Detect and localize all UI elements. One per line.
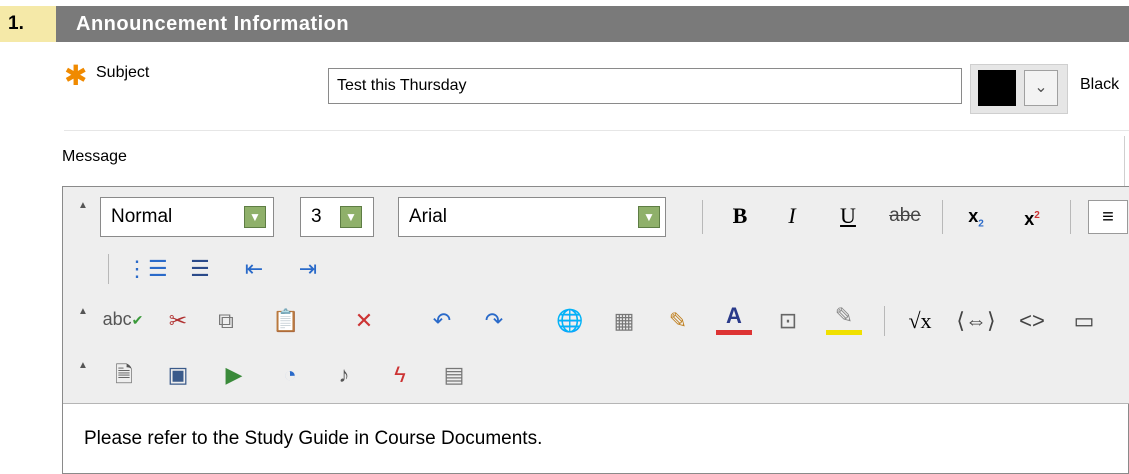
- math-editor-icon[interactable]: √x: [898, 306, 942, 338]
- text-color-icon[interactable]: A: [716, 302, 752, 335]
- preview-icon[interactable]: ▭: [1066, 306, 1102, 338]
- color-swatch[interactable]: [978, 70, 1016, 106]
- toolbar-separator: [942, 200, 943, 234]
- background-color-icon[interactable]: ⊡: [770, 306, 806, 338]
- message-body-text[interactable]: Please refer to the Study Guide in Cours…: [84, 428, 542, 450]
- strikethrough-button[interactable]: abe: [880, 201, 930, 233]
- toolbar-separator: [1070, 200, 1071, 234]
- outdent-icon[interactable]: ⇤: [236, 254, 272, 286]
- toolbar-separator: [108, 254, 109, 284]
- draw-pencil-icon[interactable]: ✎: [660, 306, 696, 338]
- insert-quicktime-icon[interactable]: ◔: [272, 360, 308, 392]
- subject-input[interactable]: [328, 68, 962, 104]
- insert-link-icon[interactable]: 🌐: [552, 306, 588, 338]
- subscript-icon[interactable]: x2: [958, 201, 994, 233]
- copy-icon[interactable]: ⧉: [208, 306, 244, 338]
- bold-button[interactable]: B: [722, 201, 758, 233]
- insert-table-icon[interactable]: ▦: [606, 306, 642, 338]
- section-title: Announcement Information: [56, 6, 1129, 42]
- underline-button[interactable]: U: [830, 201, 866, 233]
- redo-icon[interactable]: ↷: [476, 306, 512, 338]
- message-label: Message: [62, 148, 127, 165]
- numbered-list-icon[interactable]: ⋮☰: [126, 254, 168, 286]
- color-name: Black: [1080, 76, 1120, 93]
- collapse-toolbar-icon[interactable]: ▲: [78, 360, 88, 371]
- step-number: 1.: [0, 6, 56, 42]
- insert-audio-icon[interactable]: ♪: [326, 360, 362, 392]
- collapse-toolbar-icon[interactable]: ▲: [78, 200, 88, 211]
- insert-image-icon[interactable]: ▣: [160, 360, 196, 392]
- insert-media-icon[interactable]: ▶: [216, 360, 252, 392]
- highlight-icon[interactable]: ✎: [826, 302, 862, 335]
- collapse-toolbar-icon[interactable]: ▲: [78, 306, 88, 317]
- font-family-value: Arial: [409, 206, 448, 227]
- insert-mashup-icon[interactable]: ▤: [436, 360, 472, 392]
- insert-flash-icon[interactable]: ϟ: [382, 360, 418, 392]
- chevron-down-icon[interactable]: ▼: [638, 206, 660, 228]
- remove-link-icon[interactable]: ✕: [346, 306, 382, 338]
- format-value: Normal: [111, 206, 173, 227]
- font-family-select[interactable]: Arial: [398, 197, 666, 237]
- spellcheck-label: abc: [102, 309, 132, 329]
- panel-edge: [1124, 136, 1129, 186]
- chevron-down-icon[interactable]: ⌄: [1024, 70, 1058, 106]
- paste-icon[interactable]: 📋: [268, 306, 304, 338]
- attach-file-icon[interactable]: 🗎: [106, 360, 142, 392]
- subject-label: Subject: [96, 64, 150, 81]
- font-size-value: 3: [311, 206, 322, 227]
- toolbar-separator: [884, 306, 885, 336]
- spellcheck-button[interactable]: abc✔: [100, 304, 146, 336]
- italic-button[interactable]: I: [774, 201, 810, 233]
- html-code-icon[interactable]: <>: [1014, 306, 1050, 338]
- chevron-down-icon[interactable]: ▼: [244, 206, 266, 228]
- divider: [64, 130, 1129, 131]
- mashup-icon[interactable]: ⟨⇔⟩: [954, 306, 998, 338]
- font-size-select[interactable]: 3: [300, 197, 374, 237]
- required-star-icon: ✱: [64, 60, 88, 91]
- chevron-down-icon[interactable]: ▼: [340, 206, 362, 228]
- bulleted-list-icon[interactable]: ☰: [182, 254, 218, 286]
- toolbar-separator: [702, 200, 703, 234]
- indent-icon[interactable]: ⇥: [290, 254, 326, 286]
- align-left-icon[interactable]: ≡: [1088, 200, 1128, 234]
- superscript-icon[interactable]: x2: [1014, 201, 1050, 233]
- undo-icon[interactable]: ↶: [424, 306, 460, 338]
- cut-icon[interactable]: ✂: [160, 306, 196, 338]
